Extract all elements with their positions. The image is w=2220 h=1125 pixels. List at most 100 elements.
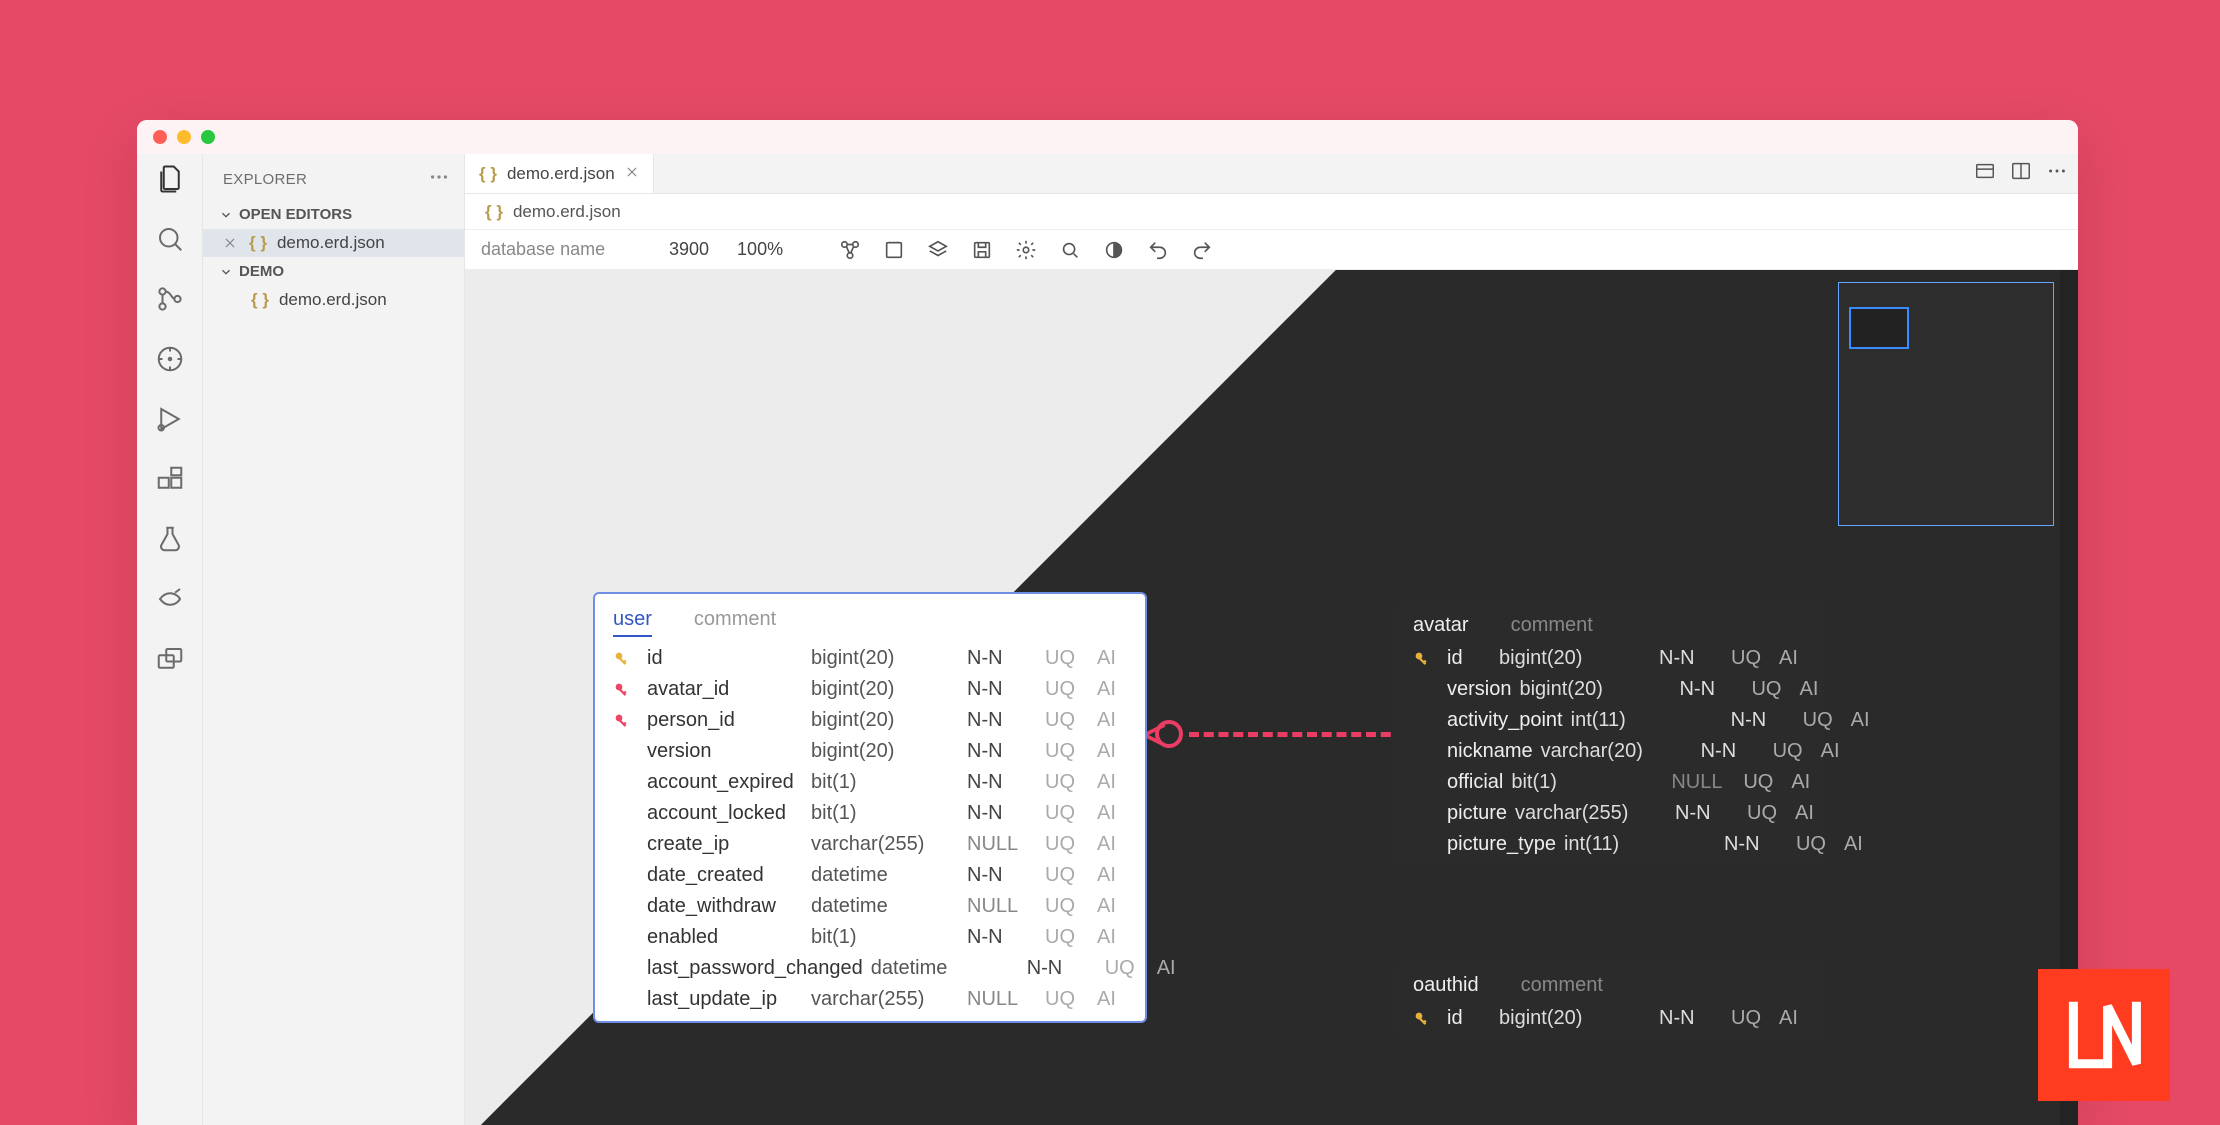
column-auto-increment: AI <box>1779 647 1807 670</box>
tab-demo-erd[interactable]: { } demo.erd.json <box>465 154 654 193</box>
split-editor-icon[interactable] <box>2010 160 2032 182</box>
more-icon[interactable] <box>2046 160 2068 182</box>
key-icon <box>1413 1010 1439 1028</box>
run-debug-icon[interactable] <box>155 404 185 434</box>
find-icon[interactable] <box>1059 239 1081 261</box>
column-not-null: N-N <box>967 771 1037 794</box>
layers-icon[interactable] <box>927 239 949 261</box>
column-row[interactable]: activity_point int(11) N-N UQ AI <box>1395 705 1825 736</box>
column-row[interactable]: id bigint(20) N-N UQ AI <box>1395 1003 1825 1034</box>
column-row[interactable]: last_password_changed datetime N-N UQ AI <box>595 953 1145 984</box>
traffic-light-close[interactable] <box>153 130 167 144</box>
column-type: int(11) <box>1564 833 1716 856</box>
close-icon[interactable] <box>625 164 639 184</box>
column-name: picture <box>1447 802 1507 825</box>
column-name: last_password_changed <box>647 957 863 980</box>
column-type: datetime <box>811 895 959 918</box>
column-name: enabled <box>647 926 803 949</box>
json-file-icon: { } <box>479 164 497 184</box>
close-icon[interactable] <box>223 236 239 250</box>
chevron-down-icon <box>219 265 233 279</box>
redo-icon[interactable] <box>1191 239 1213 261</box>
database-name-input[interactable]: database name <box>481 239 641 260</box>
add-table-icon[interactable] <box>839 239 861 261</box>
column-type: bigint(20) <box>811 647 959 670</box>
column-row[interactable]: id bigint(20) N-N UQ AI <box>595 643 1145 674</box>
column-unique: UQ <box>1045 740 1089 763</box>
column-row[interactable]: id bigint(20) N-N UQ AI <box>1395 643 1825 674</box>
column-not-null: N-N <box>1659 647 1723 670</box>
zoom-value[interactable]: 100% <box>737 239 783 260</box>
minimap-viewport[interactable] <box>1849 307 1909 349</box>
project-file[interactable]: { } demo.erd.json <box>203 286 464 314</box>
column-row[interactable]: person_id bigint(20) N-N UQ AI <box>595 705 1145 736</box>
key-icon <box>613 681 639 699</box>
settings-icon[interactable] <box>1015 239 1037 261</box>
column-row[interactable]: enabled bit(1) N-N UQ AI <box>595 922 1145 953</box>
column-row[interactable]: version bigint(20) N-N UQ AI <box>595 736 1145 767</box>
json-file-icon: { } <box>251 290 269 310</box>
open-editors-section[interactable]: OPEN EDITORS <box>203 200 464 229</box>
source-control-icon[interactable] <box>155 284 185 314</box>
column-row[interactable]: account_expired bit(1) N-N UQ AI <box>595 767 1145 798</box>
minimap[interactable] <box>1838 282 2054 526</box>
column-unique: UQ <box>1045 895 1089 918</box>
chevron-down-icon <box>219 208 233 222</box>
column-row[interactable]: nickname varchar(20) N-N UQ AI <box>1395 736 1825 767</box>
files-icon[interactable] <box>155 164 185 194</box>
target-icon[interactable] <box>155 344 185 374</box>
extensions-icon[interactable] <box>155 464 185 494</box>
column-not-null: N-N <box>967 647 1037 670</box>
column-type: varchar(255) <box>811 988 959 1011</box>
open-editor-file[interactable]: { } demo.erd.json <box>203 229 464 257</box>
project-section[interactable]: DEMO <box>203 257 464 286</box>
table-comment-label[interactable]: comment <box>1521 974 1603 997</box>
traffic-light-minimize[interactable] <box>177 130 191 144</box>
column-row[interactable]: last_update_ip varchar(255) NULL UQ AI <box>595 984 1145 1015</box>
column-type: bigint(20) <box>1499 1007 1651 1030</box>
testing-icon[interactable] <box>155 524 185 554</box>
erd-canvas[interactable]: user comment id bigint(20) N-N UQ AI ava… <box>465 270 2078 1125</box>
breadcrumb[interactable]: { } demo.erd.json <box>465 194 2078 230</box>
column-auto-increment: AI <box>1097 709 1127 732</box>
column-row[interactable]: account_locked bit(1) N-N UQ AI <box>595 798 1145 829</box>
column-type: bigint(20) <box>811 709 959 732</box>
column-row[interactable]: avatar_id bigint(20) N-N UQ AI <box>595 674 1145 705</box>
traffic-light-zoom[interactable] <box>201 130 215 144</box>
table-avatar[interactable]: avatar comment id bigint(20) N-N UQ AI v… <box>1395 600 1825 866</box>
table-user[interactable]: user comment id bigint(20) N-N UQ AI ava… <box>593 592 1147 1023</box>
live-share-icon[interactable] <box>155 584 185 614</box>
column-row[interactable]: date_created datetime N-N UQ AI <box>595 860 1145 891</box>
column-row[interactable]: picture_type int(11) N-N UQ AI <box>1395 829 1825 860</box>
table-name[interactable]: user <box>613 608 652 637</box>
save-icon[interactable] <box>971 239 993 261</box>
table-name[interactable]: avatar <box>1413 614 1469 637</box>
search-icon[interactable] <box>155 224 185 254</box>
table-comment-label[interactable]: comment <box>694 608 776 637</box>
column-unique: UQ <box>1747 802 1787 825</box>
table-oauthid[interactable]: oauthid comment id bigint(20) N-N UQ AI <box>1395 960 1825 1040</box>
column-row[interactable]: version bigint(20) N-N UQ AI <box>1395 674 1825 705</box>
memo-icon[interactable] <box>883 239 905 261</box>
column-unique: UQ <box>1045 709 1089 732</box>
table-comment-label[interactable]: comment <box>1511 614 1593 637</box>
column-name: create_ip <box>647 833 803 856</box>
column-row[interactable]: create_ip varchar(255) NULL UQ AI <box>595 829 1145 860</box>
column-auto-increment: AI <box>1097 802 1127 825</box>
undo-icon[interactable] <box>1147 239 1169 261</box>
key-icon <box>1413 650 1439 668</box>
column-type: bigint(20) <box>811 678 959 701</box>
theme-icon[interactable] <box>1103 239 1125 261</box>
column-unique: UQ <box>1731 647 1771 670</box>
column-unique: UQ <box>1803 709 1843 732</box>
column-row[interactable]: date_withdraw datetime NULL UQ AI <box>595 891 1145 922</box>
column-auto-increment: AI <box>1097 740 1127 763</box>
references-icon[interactable] <box>155 644 185 674</box>
more-icon[interactable] <box>428 166 450 192</box>
titlebar[interactable] <box>137 120 2078 154</box>
table-name[interactable]: oauthid <box>1413 974 1479 997</box>
json-file-icon: { } <box>485 202 503 222</box>
open-preview-icon[interactable] <box>1974 160 1996 182</box>
column-row[interactable]: picture varchar(255) N-N UQ AI <box>1395 798 1825 829</box>
column-row[interactable]: official bit(1) NULL UQ AI <box>1395 767 1825 798</box>
